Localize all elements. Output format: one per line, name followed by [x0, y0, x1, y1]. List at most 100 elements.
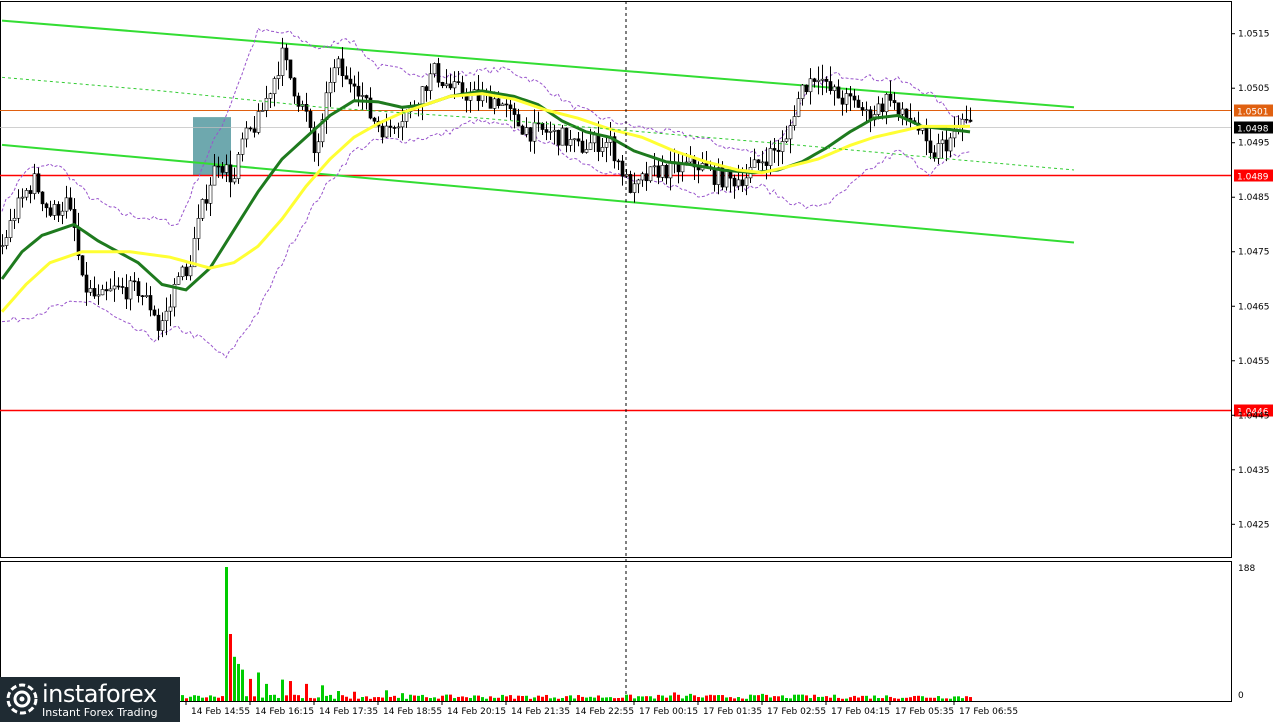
- volume-bar: [221, 696, 224, 701]
- price-tick-label: 1.0445: [1238, 411, 1270, 421]
- volume-bar: [761, 693, 764, 701]
- volume-bar: [537, 695, 540, 701]
- volume-bar: [733, 698, 736, 701]
- volume-bar: [601, 697, 604, 701]
- candle-body: [576, 138, 581, 142]
- volume-bar: [209, 695, 212, 701]
- volume-bar: [465, 697, 468, 701]
- candle-body: [52, 204, 57, 216]
- time-tick-label: 14 Feb 21:35: [511, 707, 570, 717]
- volume-bar: [865, 695, 868, 701]
- candle-body: [104, 289, 109, 292]
- volume-bar: [181, 695, 184, 701]
- candle-body: [128, 280, 133, 300]
- volume-bar: [485, 698, 488, 701]
- candle-body: [964, 118, 969, 121]
- candle-body: [396, 126, 401, 129]
- volume-bar: [661, 695, 664, 701]
- candle-body: [636, 179, 641, 185]
- candle-body: [256, 111, 261, 133]
- candle-body: [56, 204, 61, 216]
- candle-body: [48, 207, 53, 216]
- candle-body: [0, 245, 5, 247]
- candle-body: [12, 217, 17, 221]
- candle-body: [540, 123, 545, 130]
- volume-bar: [217, 697, 220, 701]
- candle-body: [428, 73, 433, 91]
- candle-body: [280, 47, 285, 76]
- candle-body: [812, 78, 817, 82]
- candle-body: [652, 165, 657, 168]
- volume-bar: [305, 683, 308, 701]
- logo-name: instaforex: [42, 680, 157, 708]
- volume-bar: [945, 698, 948, 701]
- volume-bar: [577, 695, 580, 701]
- candle-body: [152, 309, 157, 316]
- volume-bar: [813, 694, 816, 701]
- volume-bar: [605, 697, 608, 701]
- logo-tagline: Instant Forex Trading: [42, 706, 158, 719]
- candle-body: [148, 295, 153, 311]
- volume-bar: [717, 695, 720, 701]
- candle-body: [180, 266, 185, 277]
- candle-body: [364, 95, 369, 99]
- volume-bar: [189, 696, 192, 701]
- candle-body: [448, 83, 453, 89]
- volume-bar: [321, 685, 324, 701]
- candle-body: [796, 98, 801, 117]
- candle-body: [204, 199, 209, 204]
- candle-body: [120, 286, 125, 288]
- candle-body: [220, 166, 225, 173]
- candle-body: [492, 98, 497, 109]
- candle-body: [864, 109, 869, 112]
- candle-body: [8, 220, 13, 238]
- candle-body: [96, 294, 101, 297]
- candle-body: [788, 125, 793, 140]
- volume-bar: [653, 698, 656, 701]
- volume-bar: [645, 696, 648, 701]
- candle-body: [940, 139, 945, 144]
- volume-bar: [229, 634, 232, 701]
- candle-body: [832, 86, 837, 92]
- candle-body: [900, 108, 905, 115]
- candle-body: [528, 127, 533, 142]
- candle-body: [560, 127, 565, 146]
- volume-bar: [969, 697, 972, 701]
- volume-bar: [461, 696, 464, 701]
- candle-body: [340, 58, 345, 76]
- candle-body: [744, 177, 749, 186]
- volume-bar: [917, 695, 920, 701]
- candle-body: [248, 127, 253, 130]
- candle-body: [384, 125, 389, 138]
- volume-bar: [249, 678, 252, 701]
- volume-bar: [825, 696, 828, 701]
- trend-line: [1, 143, 1075, 244]
- time-tick-label: 14 Feb 14:55: [191, 707, 250, 717]
- candle-body: [604, 142, 609, 148]
- volume-bar: [913, 695, 916, 701]
- volume-bar: [349, 698, 352, 701]
- candle-body: [240, 138, 245, 155]
- candle-body: [68, 197, 73, 210]
- price-tick-label: 1.0515: [1238, 30, 1270, 40]
- candle-body: [740, 179, 745, 186]
- time-tick-label: 17 Feb 02:55: [767, 707, 826, 717]
- bollinger-band: [1, 27, 971, 227]
- volume-bar: [909, 697, 912, 701]
- volume-bar: [477, 695, 480, 701]
- candle-body: [32, 173, 37, 194]
- candle-body: [328, 81, 333, 94]
- candle-body: [380, 125, 385, 138]
- volume-bar: [341, 695, 344, 701]
- volume-bar: [353, 691, 356, 701]
- volume-bar: [517, 695, 520, 701]
- candle-body: [824, 78, 829, 82]
- price-tick-label: 1.0475: [1238, 248, 1270, 258]
- volume-bar: [273, 694, 276, 701]
- instaforex-emblem-icon: [6, 683, 38, 715]
- volume-bar: [621, 697, 624, 701]
- candle-body: [168, 306, 173, 312]
- volume-bar: [377, 697, 380, 701]
- candle-body: [724, 170, 729, 188]
- volume-bar: [769, 697, 772, 701]
